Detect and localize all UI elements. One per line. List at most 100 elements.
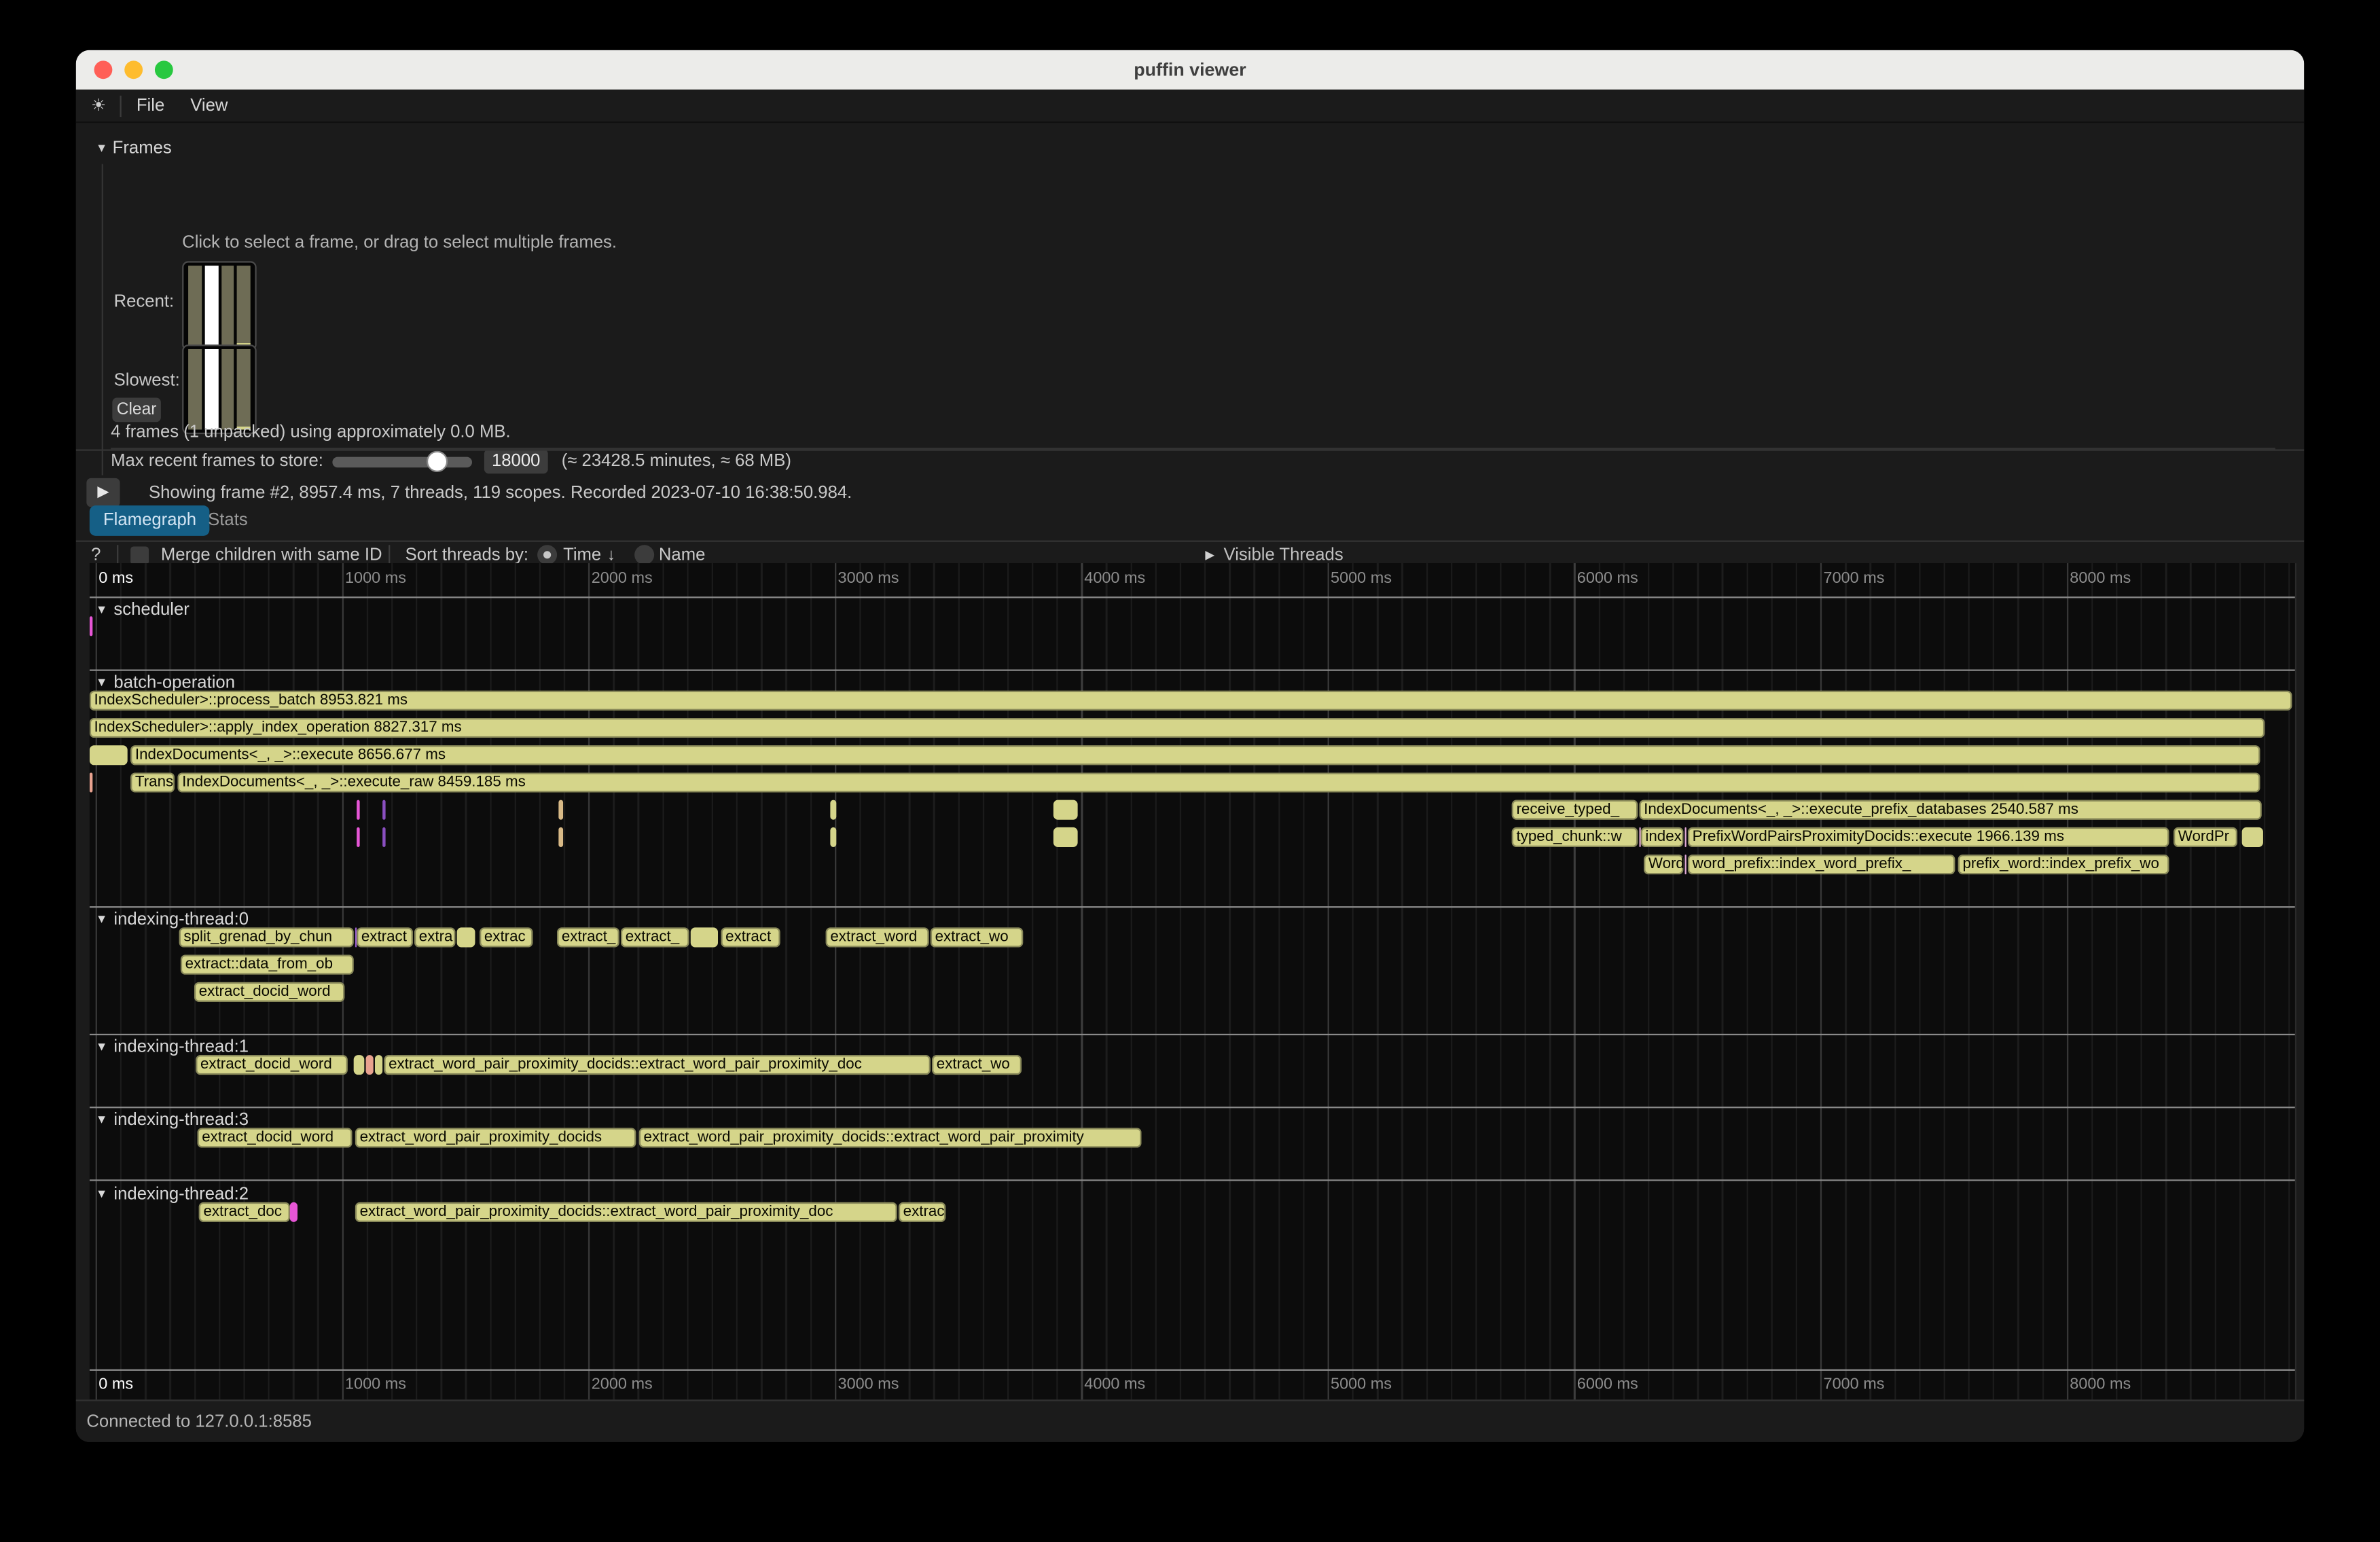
scope-bar[interactable]: IndexScheduler>::process_batch 8953.821 … [90,691,2292,711]
scope-bar[interactable]: extract_wo [932,1055,1022,1075]
scope-bar[interactable] [691,927,718,947]
scope-bar[interactable]: extract [721,927,780,947]
scope-bar[interactable]: IndexDocuments<_, _>::execute_raw 8459.1… [177,772,2260,792]
scope-bar[interactable] [830,827,836,847]
frame-bar[interactable] [221,349,234,429]
scope-bar[interactable] [1684,827,1686,847]
scope-bar[interactable]: index [1641,827,1684,847]
scope-bar[interactable]: extract_docid_word [196,1055,347,1075]
scope-bar[interactable]: extract_word_pair_proximity_docids::extr… [355,1202,897,1222]
scope-bar[interactable] [457,927,475,947]
frame-bar[interactable] [188,266,202,346]
merge-children-checkbox[interactable] [130,546,149,564]
sort-by-name-label[interactable]: Name [659,546,706,564]
scope-bar[interactable]: IndexDocuments<_, _>::execute 8656.677 m… [130,745,2260,765]
scope-bar[interactable]: extract_wo [931,927,1023,947]
sort-by-time-label[interactable]: Time [563,546,601,564]
frames-section-header[interactable]: ▼ Frames [96,140,172,158]
scope-bar[interactable]: IndexScheduler>::apply_index_operation 8… [90,718,2265,738]
scope-bar[interactable]: extract [357,927,413,947]
frame-bar[interactable] [188,349,202,429]
scope-bar[interactable]: WordPr [2174,827,2237,847]
scope-bar[interactable] [290,1202,298,1222]
scope-bar[interactable]: typed_chunk::w [1512,827,1638,847]
frame-bar[interactable] [204,349,218,429]
clear-button[interactable]: Clear [112,397,161,422]
scope-bar[interactable]: PrefixWordPairsProximityDocids::execute … [1688,827,2169,847]
flamegraph-canvas[interactable]: 0 ms0 ms1000 ms1000 ms2000 ms2000 ms3000… [90,563,2296,1399]
title-bar[interactable]: puffin viewer [76,50,2305,90]
scope-bar[interactable]: word_prefix::index_word_prefix_ [1688,855,1955,874]
scope-bar[interactable]: extrac [899,1202,945,1222]
slider-knob[interactable] [427,451,448,472]
frame-bar[interactable] [237,349,251,429]
scope-bar[interactable]: extract_ [621,927,689,947]
scope-bar[interactable]: split_grenad_by_chun [179,927,354,947]
visible-threads-header[interactable]: ▶Visible Threads [1205,546,1343,564]
zoom-window-button[interactable] [155,60,173,79]
slider-track[interactable] [332,457,472,468]
menu-view[interactable]: View [190,96,228,115]
scope-bar[interactable] [558,800,563,820]
tab-flamegraph[interactable]: Flamegraph [90,505,210,536]
scope-bar[interactable]: extract_word_pair_proximity_docids::extr… [384,1055,930,1075]
scope-bar[interactable] [366,1055,374,1075]
thread-group-header[interactable]: ▼indexing-thread:0 [96,911,249,929]
sort-by-time-radio[interactable] [537,545,557,564]
max-frames-value[interactable]: 18000 [484,449,548,473]
frame-bar[interactable] [204,266,218,346]
scope-bar[interactable]: Word [1644,855,1683,874]
scope-bar[interactable]: extract_docid_word [194,982,344,1002]
scope-bar[interactable] [375,1055,382,1075]
scope-bar[interactable] [354,1055,365,1075]
scope-bar[interactable] [1053,800,1078,820]
thread-group-header[interactable]: ▼indexing-thread:1 [96,1039,249,1057]
frame-bar[interactable] [237,266,251,346]
scope-bar[interactable] [1053,827,1078,847]
scope-bar[interactable]: extract_docid_word [198,1128,353,1147]
axis-tick-label: 8000 ms [2070,569,2131,588]
axis-tick-label: 2000 ms [592,1376,653,1394]
scope-bar[interactable] [1684,855,1686,874]
scope-bar[interactable] [2242,827,2263,847]
max-frames-row: Max recent frames to store: 18000 (≈ 234… [111,449,791,473]
tab-stats[interactable]: Stats [208,512,248,530]
scope-bar[interactable]: prefix_word::index_prefix_wo [1958,855,2169,874]
max-frames-slider[interactable] [332,449,472,473]
scope-bar[interactable] [357,827,359,847]
thread-group-header[interactable]: ▼scheduler [96,601,190,620]
scope-bar[interactable]: extract_word [826,927,929,947]
help-icon[interactable]: ? [91,546,101,564]
thread-group-header[interactable]: ▼batch-operation [96,674,235,692]
theme-toggle-icon[interactable]: ☀ [91,96,106,115]
slowest-frames-thumbnail[interactable] [182,344,257,434]
thread-group-header[interactable]: ▼indexing-thread:3 [96,1111,249,1130]
minimize-window-button[interactable] [124,60,143,79]
scope-bar[interactable] [357,800,359,820]
scope-bar[interactable]: extract_ [557,927,619,947]
scope-bar[interactable]: extract_word_pair_proximity_docids::extr… [639,1128,1142,1147]
scope-bar[interactable] [382,827,385,847]
axis-tick-label: 5000 ms [1331,569,1392,588]
scope-bar[interactable] [90,745,128,765]
menu-file[interactable]: File [137,96,164,115]
scope-bar[interactable]: extract_doc [199,1202,290,1222]
scope-bar[interactable] [90,772,92,792]
scope-bar[interactable]: Trans [130,772,175,792]
close-window-button[interactable] [94,60,113,79]
scope-bar[interactable]: IndexDocuments<_, _>::execute_prefix_dat… [1639,800,2261,820]
scope-bar[interactable]: receive_typed_ [1512,800,1638,820]
scope-bar[interactable]: extra [414,927,455,947]
sort-direction-icon[interactable]: ↓ [607,546,615,564]
scope-bar[interactable] [830,800,836,820]
recent-frames-thumbnail[interactable] [182,261,257,351]
sort-by-name-radio[interactable] [634,545,654,564]
scope-bar[interactable]: extrac [480,927,533,947]
scope-bar[interactable] [558,827,563,847]
scope-bar[interactable] [90,616,92,636]
frame-bar[interactable] [221,266,234,346]
scope-bar[interactable] [382,800,385,820]
scope-bar[interactable]: extract_word_pair_proximity_docids [355,1128,636,1147]
scope-bar[interactable]: extract::data_from_ob [181,955,354,975]
thread-group-header[interactable]: ▼indexing-thread:2 [96,1185,249,1204]
